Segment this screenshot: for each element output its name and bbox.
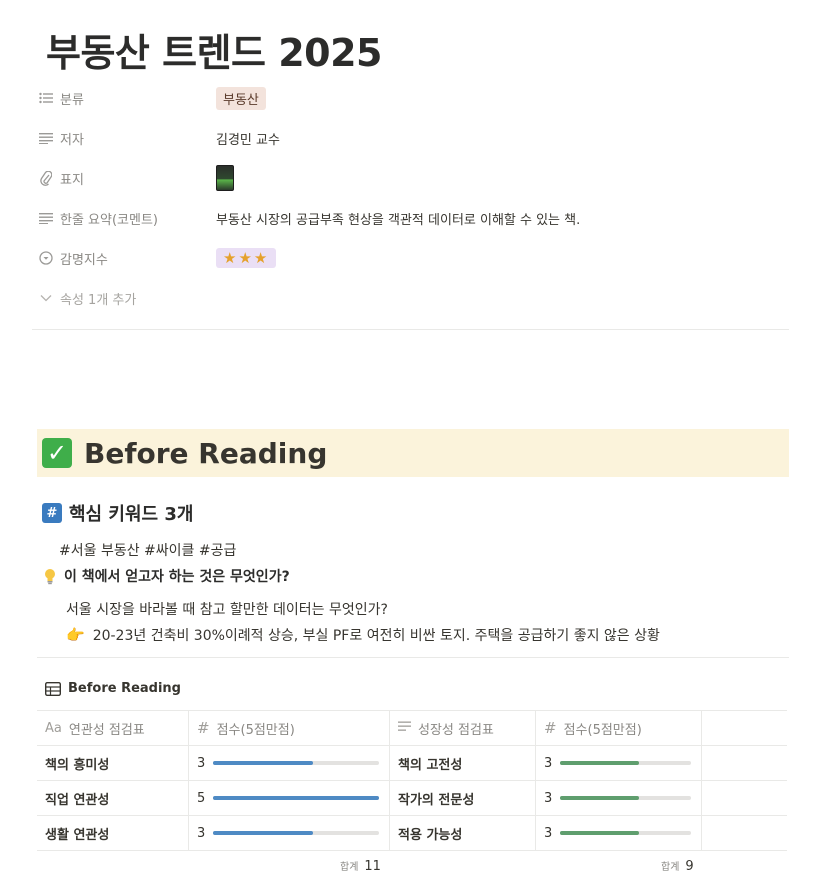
author-value[interactable]: 김경민 교수 [216, 129, 280, 148]
property-label: 분류 [60, 92, 84, 108]
column-header-relevance[interactable]: Aa 연관성 점검표 [37, 711, 189, 745]
before-reading-callout[interactable]: ✓ Before Reading [37, 429, 789, 477]
chevron-down-icon [38, 290, 54, 306]
table-header-row: Aa 연관성 점검표 # 점수(5점만점) 성장성 점검표 # 점수(5점만점) [37, 711, 787, 746]
empty-cell[interactable] [702, 746, 787, 780]
row-name-1[interactable]: 생활 연관성 [37, 816, 189, 850]
score-value: 3 [544, 790, 553, 806]
sum-score1[interactable]: 합계 11 [340, 858, 381, 874]
sum-label: 합계 [340, 862, 359, 873]
property-label: 표지 [60, 172, 84, 188]
score-progress-bar [560, 796, 691, 800]
property-label: 저자 [60, 132, 84, 148]
keywords-heading[interactable]: # 핵심 키워드 3개 [42, 500, 193, 526]
score-progress-bar [213, 761, 379, 765]
sum-score2[interactable]: 합계 9 [661, 858, 694, 874]
score-cell[interactable]: 5 [189, 781, 390, 815]
row-name-1[interactable]: 직업 연관성 [37, 781, 189, 815]
column-header-score1[interactable]: # 점수(5점만점) [189, 711, 390, 745]
row-name-2[interactable]: 작가의 전문성 [390, 781, 536, 815]
sum-label: 합계 [661, 862, 680, 873]
sum-value: 9 [685, 859, 694, 874]
property-key-cover[interactable]: 표지 [38, 169, 216, 188]
property-row-cover[interactable]: 표지 [38, 164, 798, 192]
property-row-summary[interactable]: 한줄 요약(코멘트) 부동산 시장의 공급부족 현상을 객관적 데이터로 이해할… [38, 204, 798, 232]
properties-divider [32, 329, 789, 330]
lightbulb-icon [42, 567, 58, 585]
table-row[interactable]: 책의 흥미성 3 책의 고전성 3 [37, 746, 787, 781]
property-key-category[interactable]: 분류 [38, 89, 216, 108]
check-mark-icon: ✓ [42, 438, 72, 468]
hash-icon: # [42, 503, 62, 523]
keywords-heading-text: 핵심 키워드 3개 [69, 504, 194, 525]
empty-cell[interactable] [702, 816, 787, 850]
score-value: 3 [544, 755, 553, 771]
score-cell[interactable]: 3 [536, 816, 702, 850]
keywords-text[interactable]: #서울 부동산 #싸이클 #공급 [59, 540, 236, 560]
before-reading-table[interactable]: Aa 연관성 점검표 # 점수(5점만점) 성장성 점검표 # 점수(5점만점) 책의… [37, 710, 787, 851]
paperclip-icon [38, 170, 54, 186]
score-value: 3 [544, 825, 553, 841]
property-label: 감명지수 [60, 252, 108, 268]
section-divider [37, 657, 789, 658]
score-value: 5 [197, 790, 206, 806]
score-progress-bar [560, 761, 691, 765]
score-progress-bar [213, 796, 379, 800]
add-property-button[interactable]: 속성 1개 추가 [38, 284, 798, 312]
database-title-text: Before Reading [68, 681, 181, 696]
property-key-author[interactable]: 저자 [38, 129, 216, 148]
sum-value: 11 [364, 859, 381, 874]
pointing-hand-icon: 👉 [66, 626, 85, 644]
row-name-1[interactable]: 책의 흥미성 [37, 746, 189, 780]
table-icon [45, 681, 61, 696]
property-row-author[interactable]: 저자 김경민 교수 [38, 124, 798, 152]
table-row[interactable]: 생활 연관성 3 적용 가능성 3 [37, 816, 787, 851]
score-cell[interactable]: 3 [189, 816, 390, 850]
question-text: 이 책에서 얻고자 하는 것은 무엇인가? [64, 569, 290, 585]
summary-value[interactable]: 부동산 시장의 공급부족 현상을 객관적 데이터로 이해할 수 있는 책. [216, 209, 580, 228]
score-cell[interactable]: 3 [189, 746, 390, 780]
score-progress-bar [213, 831, 379, 835]
property-row-rating[interactable]: 감명지수 ★★★ [38, 244, 798, 272]
answer-line-1[interactable]: 서울 시장을 바라볼 때 참고 할만한 데이터는 무엇인가? [66, 599, 388, 619]
database-title[interactable]: Before Reading [45, 681, 181, 696]
property-row-category[interactable]: 분류 부동산 [38, 84, 798, 112]
table-row[interactable]: 직업 연관성 5 작가의 전문성 3 [37, 781, 787, 816]
category-tag[interactable]: 부동산 [216, 86, 266, 110]
property-key-rating[interactable]: 감명지수 [38, 249, 216, 268]
score-progress-bar [560, 831, 691, 835]
text-lines-icon [38, 210, 54, 226]
answer-line-2[interactable]: 👉 20-23년 건축비 30%이례적 상승, 부실 PF로 여전히 비싼 토지… [66, 625, 660, 645]
column-header-empty[interactable] [702, 711, 787, 745]
column-header-score2[interactable]: # 점수(5점만점) [536, 711, 702, 745]
score-cell[interactable]: 3 [536, 781, 702, 815]
add-property-label: 속성 1개 추가 [60, 292, 137, 308]
page-title[interactable]: 부동산 트렌드 2025 [46, 22, 382, 77]
score-value: 3 [197, 825, 206, 841]
text-type-icon: Aa [45, 720, 62, 736]
book-cover-thumbnail[interactable] [216, 165, 234, 191]
empty-cell[interactable] [702, 781, 787, 815]
callout-title[interactable]: Before Reading [84, 437, 327, 470]
score-cell[interactable]: 3 [536, 746, 702, 780]
number-type-icon: # [197, 719, 210, 737]
number-type-icon: # [544, 719, 557, 737]
row-name-2[interactable]: 책의 고전성 [390, 746, 536, 780]
score-value: 3 [197, 755, 206, 771]
column-header-growth[interactable]: 성장성 점검표 [390, 711, 536, 745]
question-heading[interactable]: 이 책에서 얻고자 하는 것은 무엇인가? [42, 566, 290, 586]
select-circle-icon [38, 250, 54, 266]
property-label: 한줄 요약(코멘트) [60, 212, 158, 228]
list-icon [38, 90, 54, 106]
text-lines-icon [38, 130, 54, 146]
text-lines-icon [398, 721, 411, 736]
rating-stars-tag[interactable]: ★★★ [216, 248, 277, 268]
property-key-summary[interactable]: 한줄 요약(코멘트) [38, 209, 216, 228]
answer-line-2-text: 20-23년 건축비 30%이례적 상승, 부실 PF로 여전히 비싼 토지. … [92, 628, 660, 644]
row-name-2[interactable]: 적용 가능성 [390, 816, 536, 850]
